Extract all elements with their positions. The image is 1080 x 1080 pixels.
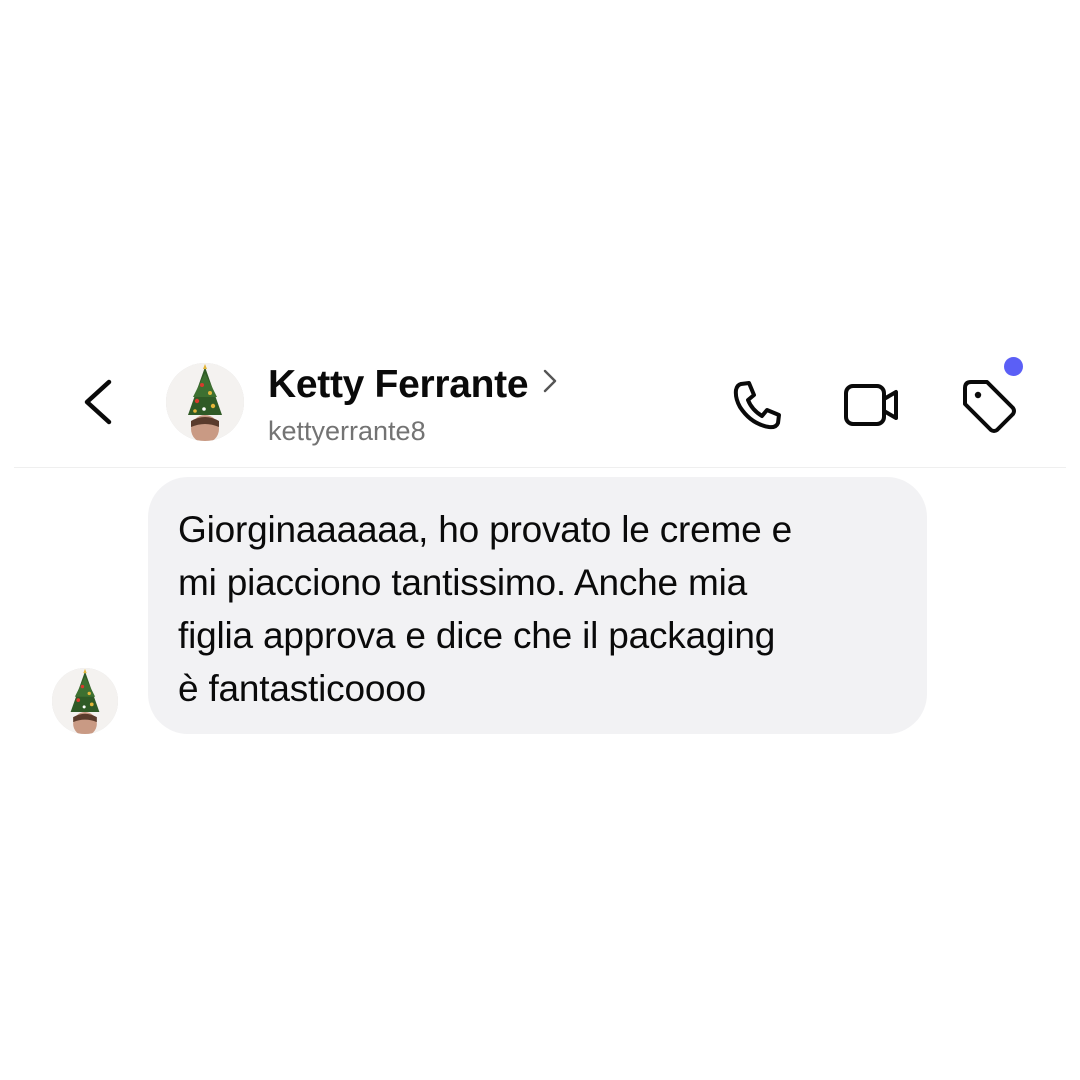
contact-name-link[interactable]: Ketty Ferrante	[268, 362, 558, 408]
notification-dot	[1004, 357, 1023, 376]
header-divider	[14, 467, 1066, 468]
chat-header: Ketty Ferrante kettyerrante8	[0, 350, 1080, 468]
message-text: Giorginaaaaaa, ho provato le creme e mi …	[178, 509, 792, 709]
video-call-button[interactable]	[841, 374, 903, 436]
chevron-left-icon	[84, 379, 112, 425]
tag-icon	[963, 380, 1016, 433]
profile-photo	[52, 668, 118, 734]
profile-photo	[166, 363, 244, 441]
message-bubble[interactable]: Giorginaaaaaa, ho provato le creme e mi …	[148, 477, 927, 734]
username: kettyerrante8	[268, 416, 426, 446]
phone-icon	[733, 381, 781, 430]
call-button[interactable]	[727, 374, 789, 436]
contact-name: Ketty Ferrante	[268, 363, 529, 406]
chevron-right-icon	[542, 368, 558, 394]
tag-button[interactable]	[957, 374, 1019, 436]
back-button[interactable]	[76, 372, 120, 432]
avatar[interactable]	[166, 363, 244, 441]
video-camera-icon	[844, 384, 898, 426]
message-sender-avatar[interactable]	[52, 668, 118, 734]
